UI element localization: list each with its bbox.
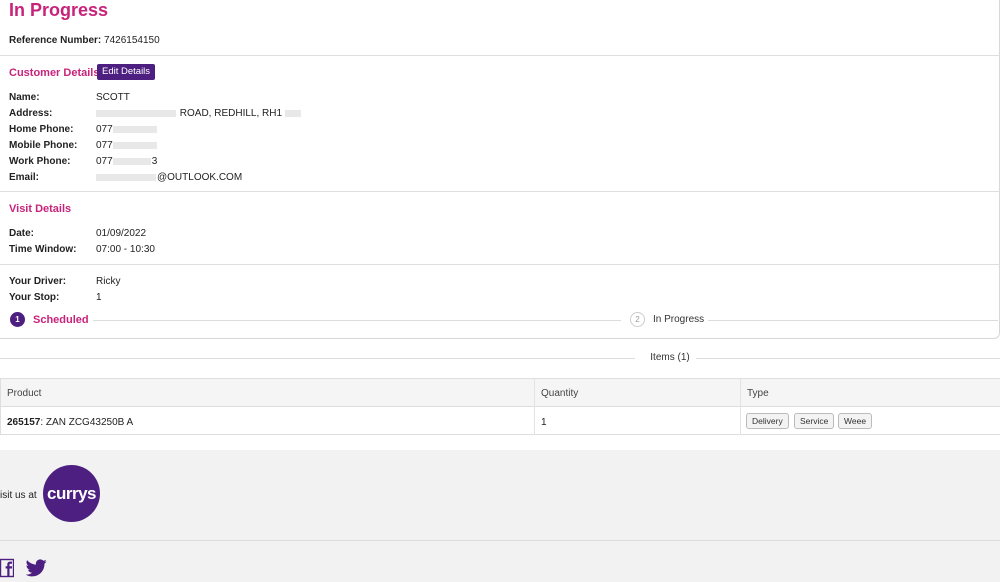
footer-divider [0,540,1000,541]
step-label: In Progress [653,314,705,325]
date-label: Date: [9,228,35,239]
work-phone-label: Work Phone: [9,156,71,167]
date-value: 01/09/2022 [96,228,147,239]
work-phone-value: 077 3 [96,156,157,167]
home-phone-visible: 077 [96,124,113,135]
mobile-phone-visible: 077 [96,140,113,151]
reference-number: Reference Number: 7426154150 [9,35,160,46]
table-header [1,379,1000,407]
email-value: @OUTLOOK.COM [96,172,242,183]
currys-logo[interactable]: currys [43,465,100,522]
address-label: Address: [9,108,53,119]
divider [0,191,1000,192]
driver-label: Your Driver: [9,276,67,287]
step-number-circle: 2 [630,312,645,327]
work-phone-tail: 3 [151,156,158,167]
email-label: Email: [9,172,40,183]
type-badge-service: Service [794,413,835,429]
progress-step-scheduled: 1 Scheduled [10,312,89,327]
table-cell-quantity: 1 [541,417,547,428]
mobile-phone-value: 077 [96,140,158,151]
address-visible: ROAD, REDHILL, RH1 [179,108,283,119]
visit-details-title: Visit Details [9,203,72,215]
stop-value: 1 [96,292,102,303]
time-window-label: Time Window: [9,244,77,255]
home-phone-value: 077 [96,124,158,135]
type-badge-delivery: Delivery [746,413,789,429]
work-phone-visible: 077 [96,156,113,167]
edit-details-button[interactable]: Edit Details [97,64,156,80]
redacted-block [284,109,301,117]
facebook-icon[interactable] [0,558,14,578]
step-label: Scheduled [33,313,89,326]
driver-value: Ricky [96,276,121,287]
items-divider-left [0,358,635,359]
redacted-block [112,141,157,149]
column-header-quantity: Quantity [541,388,579,399]
reference-value: 7426154150 [104,35,160,46]
name-value: SCOTT [96,92,130,103]
name-label: Name: [9,92,40,103]
column-separator [534,379,535,435]
twitter-icon[interactable] [26,558,47,578]
type-badge-weee: Weee [838,413,873,429]
page-title: In Progress [9,0,109,20]
customer-details-title: Customer Details [9,67,100,79]
visit-us-text: isit us at [0,490,37,501]
progress-line [93,320,621,321]
divider [0,264,1000,265]
table-cell-product: 265157: ZAN ZCG43250B A [7,417,133,428]
product-code: 265157 [7,417,41,428]
reference-label: Reference Number: [9,35,102,46]
progress-step-in-progress: 2 In Progress [630,312,704,327]
product-name: : ZAN ZCG43250B A [40,417,134,428]
column-separator [740,379,741,435]
mobile-phone-label: Mobile Phone: [9,140,78,151]
column-header-type: Type [747,388,769,399]
redacted-block [96,173,156,181]
address-value: ROAD, REDHILL, RH1 [96,108,302,119]
column-header-product: Product [7,388,42,399]
time-window-value: 07:00 - 10:30 [96,244,155,255]
items-heading: Items (1) [640,352,700,363]
redacted-block [112,157,151,165]
redacted-block [96,109,176,117]
job-card: In Progress Reference Number: 7426154150… [0,0,1000,339]
home-phone-label: Home Phone: [9,124,74,135]
step-number-circle: 1 [10,312,25,327]
stop-label: Your Stop: [9,292,60,303]
items-table: Product Quantity Type 265157: ZAN ZCG432… [0,378,1000,435]
divider [0,55,1000,56]
items-divider-right [696,358,1000,359]
progress-line [708,320,998,321]
redacted-block [112,125,157,133]
email-visible: @OUTLOOK.COM [157,172,243,183]
footer [0,450,1000,582]
